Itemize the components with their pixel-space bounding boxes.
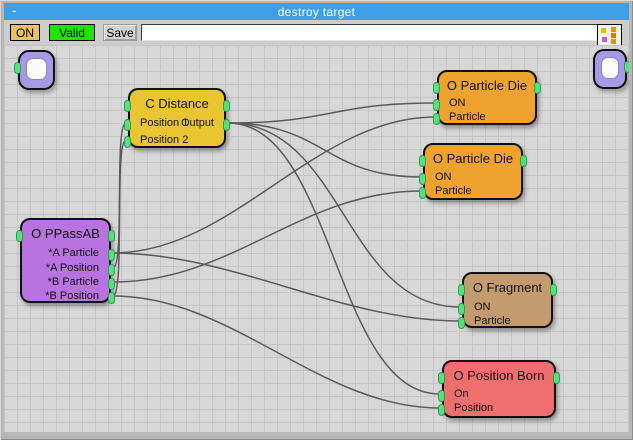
minimize-icon[interactable]: -: [12, 3, 17, 20]
io-button-inner: [601, 57, 619, 79]
node-title: O Particle Die: [443, 78, 531, 93]
output-label-output: Output: [181, 117, 214, 129]
save-button[interactable]: Save: [103, 24, 137, 41]
node-title: O Fragment: [468, 280, 547, 295]
graph-icon-square: [611, 27, 616, 32]
node-particle-die-2[interactable]: O Particle Die ON Particle: [423, 143, 523, 200]
io-right-nub[interactable]: [624, 61, 629, 73]
node-title: O PPassAB: [26, 226, 105, 241]
input-label-on: ON: [449, 97, 466, 109]
input-label-position: Position: [454, 402, 493, 414]
on-button[interactable]: ON: [10, 24, 40, 41]
title-nub-right[interactable]: [108, 230, 115, 242]
title-nub-left[interactable]: [458, 284, 465, 296]
input-nub-particle[interactable]: [458, 317, 465, 329]
node-particle-die-1[interactable]: O Particle Die ON Particle: [437, 70, 537, 125]
valid-button[interactable]: Valid: [49, 24, 95, 41]
title-nub-right[interactable]: [550, 284, 557, 296]
input-label-on: On: [454, 388, 469, 400]
input-nub-position[interactable]: [438, 404, 445, 416]
input-label-on: ON: [435, 171, 452, 183]
node-fragment[interactable]: O Fragment ON Particle: [462, 272, 553, 328]
node-editor-window: - destroy target ON Valid Save C Distanc…: [0, 0, 633, 440]
io-button-inner: [26, 58, 47, 80]
node-ppassab[interactable]: O PPassAB *A Particle *A Position *B Partic…: [20, 218, 111, 303]
node-title: O Particle Die: [429, 151, 517, 166]
wire[interactable]: [113, 253, 460, 321]
title-nub-right[interactable]: [223, 100, 230, 112]
output-nub-a-particle[interactable]: [108, 249, 115, 261]
input-nub-position2[interactable]: [124, 136, 131, 148]
node-graph-icon[interactable]: [597, 24, 622, 47]
window-title: destroy target: [4, 5, 629, 19]
input-label-particle: Particle: [449, 111, 486, 123]
io-left-button[interactable]: [18, 50, 55, 90]
graph-icon-square: [602, 37, 607, 42]
input-label-on: ON: [474, 301, 491, 313]
input-nub-on[interactable]: [458, 303, 465, 315]
input-label-particle: Particle: [474, 315, 511, 327]
title-nub-left[interactable]: [419, 155, 426, 167]
node-title: C Distance: [134, 96, 220, 111]
graph-icon-square: [601, 28, 606, 33]
input-label-position2: Position 2: [140, 134, 188, 146]
output-label-b-particle: *B Particle: [48, 276, 99, 288]
io-right-button[interactable]: [593, 49, 627, 89]
output-label-a-position: *A Position: [46, 262, 99, 274]
title-nub-right[interactable]: [520, 155, 527, 167]
io-left-nub[interactable]: [14, 62, 21, 74]
title-nub-right[interactable]: [553, 372, 560, 384]
input-nub-on[interactable]: [433, 99, 440, 111]
wire[interactable]: [113, 296, 440, 408]
titlebar[interactable]: - destroy target: [4, 3, 629, 20]
input-nub-on[interactable]: [419, 173, 426, 185]
node-canvas[interactable]: C DistancePosition 1Position 2OutputO PP…: [4, 45, 629, 432]
save-name-input[interactable]: [141, 24, 607, 41]
output-nub-output[interactable]: [223, 119, 230, 131]
output-nub-b-position[interactable]: [108, 292, 115, 304]
toolbar: ON Valid Save: [4, 20, 629, 46]
output-nub-a-position[interactable]: [108, 264, 115, 276]
input-nub-particle[interactable]: [433, 113, 440, 125]
input-nub-position1[interactable]: [124, 119, 131, 131]
graph-icon-square: [611, 33, 616, 38]
node-c-distance[interactable]: C DistancePosition 1Position 2Output: [128, 88, 226, 148]
output-label-a-particle: *A Particle: [48, 247, 99, 259]
wire[interactable]: [228, 123, 440, 394]
input-nub-on[interactable]: [438, 390, 445, 402]
title-nub-left[interactable]: [433, 82, 440, 94]
title-nub-left[interactable]: [438, 372, 445, 384]
wire[interactable]: [113, 191, 421, 282]
title-nub-left[interactable]: [16, 230, 23, 242]
graph-icon-square: [611, 39, 616, 44]
title-nub-right[interactable]: [534, 82, 541, 94]
output-label-b-position: *B Position: [45, 290, 99, 302]
node-position-born[interactable]: O Position Born On Position: [442, 360, 556, 418]
title-nub-left[interactable]: [124, 100, 131, 112]
input-nub-particle[interactable]: [419, 187, 426, 199]
input-label-particle: Particle: [435, 185, 472, 197]
output-nub-b-particle[interactable]: [108, 278, 115, 290]
node-title: O Position Born: [448, 368, 550, 383]
